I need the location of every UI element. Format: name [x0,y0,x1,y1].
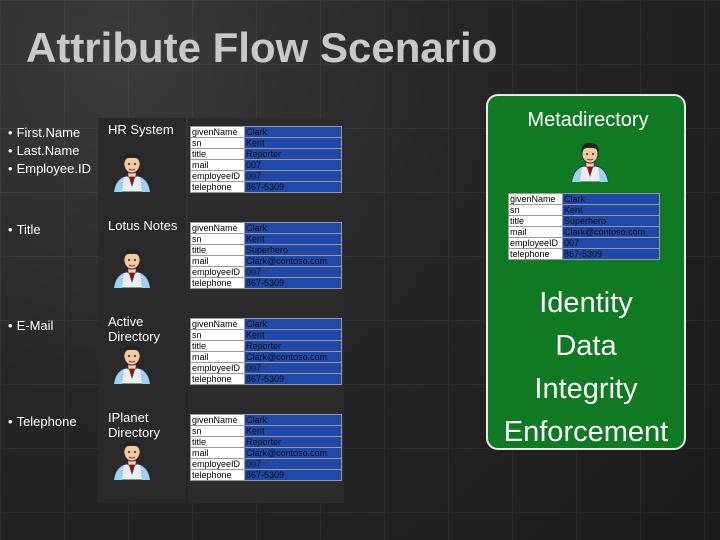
table-row: telephone 867-5309 [190,373,342,385]
table-row: givenName Clark [190,414,342,426]
attribute-item: • Last.Name [8,143,80,158]
record-table: givenName Clark sn Kent title Superhero mai… [190,222,342,289]
slide-title: Attribute Flow Scenario [26,24,498,71]
system-card-ad[interactable]: Active Directory [98,310,186,407]
table-row: title Superhero [190,244,342,256]
table-row: sn Kent [190,233,342,245]
table-row: sn Kent [508,204,660,216]
table-row: title Superhero [508,215,660,227]
metadirectory-slogan: Identity Data Integrity Enforcement [488,282,684,454]
table-row: employeeID 007 [190,362,342,374]
table-row: mail Clark@contoso.com [190,447,342,459]
table-row: title Reporter [190,148,342,160]
attribute-list-hr: • First.Name • Last.Name • Employee.ID [8,124,91,178]
record-panel-lotus: givenName Clark sn Kent title Superhero mai… [188,214,344,311]
attribute-list-iplanet: • Telephone [8,413,77,431]
metadirectory-panel[interactable]: Metadirectory givenName Clark sn Kent titl… [486,94,686,450]
record-table: givenName Clark sn Kent title Reporter mail… [190,318,342,385]
person-portrait-icon [110,342,154,389]
slogan-line: Integrity [534,373,638,405]
table-row: telephone 867-5309 [190,181,342,193]
person-portrait-icon [110,246,154,293]
table-row: employeeID 007 [190,266,342,278]
table-row: mail 007 [190,159,342,171]
slogan-line: Enforcement [503,416,669,448]
record-table: givenName Clark sn Kent title Reporter mail… [190,126,342,193]
table-row: givenName Clark [190,222,342,234]
table-row: employeeID 007 [508,237,660,249]
table-row: employeeID 007 [190,170,342,182]
system-card-lotus[interactable]: Lotus Notes [98,214,186,311]
table-row: employeeID 007 [190,458,342,470]
slogan-line: Identity [539,287,633,319]
record-panel-ad: givenName Clark sn Kent title Reporter mail… [188,310,344,407]
table-row: mail Clark@contoso.com [190,255,342,267]
table-row: title Reporter [190,340,342,352]
metadirectory-title: Metadirectory [527,109,649,131]
table-row: givenName Clark [190,318,342,330]
person-portrait-icon [110,438,154,485]
table-row: mail Clark@contoso.com [508,226,660,238]
table-row: givenName Clark [190,126,342,138]
system-card-iplanet[interactable]: IPlanet Directory [98,406,186,503]
system-name: Active Directory [108,314,161,344]
record-table: givenName Clark sn Kent title Reporter mail… [190,414,342,481]
slogan-line: Data [555,330,617,362]
table-row: sn Kent [190,137,342,149]
table-row: telephone 867-5309 [190,469,342,481]
table-row: sn Kent [190,329,342,341]
system-name: Lotus Notes [108,218,178,233]
metadirectory-record-table: givenName Clark sn Kent title Superhero mai… [508,193,660,260]
attribute-item: • Employee.ID [8,161,91,176]
person-portrait-icon [110,150,154,197]
attribute-item: • First.Name [8,125,81,140]
record-panel-iplanet: givenName Clark sn Kent title Reporter mail… [188,406,344,503]
system-card-hr[interactable]: HR System [98,118,186,215]
system-name: HR System [108,122,174,137]
table-row: mail Clark@contoso.com [190,351,342,363]
person-portrait-icon [568,140,612,187]
table-row: telephone 867-5309 [508,248,660,260]
system-name: IPlanet Directory [108,410,161,440]
table-row: telephone 867-5309 [190,277,342,289]
record-panel-hr: givenName Clark sn Kent title Reporter mail… [188,118,344,215]
table-row: givenName Clark [508,193,660,205]
attribute-item: • Title [8,222,41,237]
attribute-item: • Telephone [8,414,77,429]
attribute-item: • E-Mail [8,318,54,333]
table-row: title Reporter [190,436,342,448]
attribute-list-lotus: • Title [8,221,41,239]
table-row: sn Kent [190,425,342,437]
attribute-list-ad: • E-Mail [8,317,53,335]
